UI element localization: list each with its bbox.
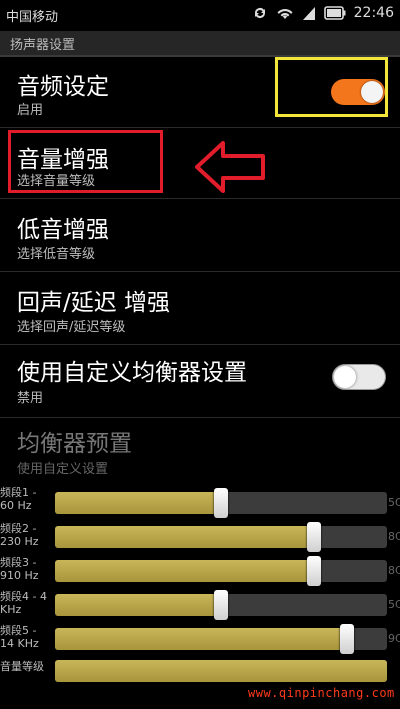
band-label: 频段2 - 230 Hz bbox=[0, 522, 56, 548]
band-frequency: 60 Hz bbox=[0, 499, 32, 512]
sync-icon bbox=[252, 5, 268, 21]
band-max-label: 8C bbox=[388, 530, 400, 543]
setting-subtitle: 禁用 bbox=[17, 391, 44, 406]
status-icons: 22:46 bbox=[252, 5, 394, 21]
battery-icon bbox=[323, 6, 346, 20]
watermark: www.qinpinchang.com bbox=[248, 686, 395, 700]
slider-fill bbox=[55, 594, 221, 616]
section-header-label: 扬声器设置 bbox=[10, 38, 76, 53]
band-name: 频段4 - 4 bbox=[0, 590, 47, 603]
setting-custom-equalizer[interactable]: 使用自定义均衡器设置 禁用 bbox=[0, 345, 400, 418]
toggle-knob bbox=[334, 366, 356, 388]
band-frequency: KHz bbox=[0, 603, 22, 616]
slider-thumb[interactable] bbox=[214, 488, 228, 518]
band-frequency: 14 KHz bbox=[0, 637, 39, 650]
volume-level-label: 音量等级 bbox=[0, 660, 44, 673]
band-name: 频段1 - bbox=[0, 486, 37, 499]
band-max-label: 5C bbox=[388, 496, 400, 509]
band-label: 频段5 - 14 KHz bbox=[0, 624, 56, 650]
red-arrow-icon bbox=[195, 141, 265, 193]
band-name: 频段3 - bbox=[0, 556, 37, 569]
band-max-label: 5C bbox=[388, 598, 400, 611]
volume-level-slider[interactable] bbox=[55, 660, 387, 682]
setting-bass-boost[interactable]: 低音增强 选择低音等级 bbox=[0, 199, 400, 272]
setting-subtitle: 选择回声/延迟等级 bbox=[17, 320, 126, 335]
band-label: 频段1 - 60 Hz bbox=[0, 486, 56, 512]
signal-icon bbox=[302, 5, 316, 21]
setting-title: 回声/延迟 增强 bbox=[17, 290, 171, 316]
setting-subtitle: 使用自定义设置 bbox=[17, 462, 109, 477]
setting-equalizer-preset: 均衡器预置 使用自定义设置 bbox=[0, 418, 400, 482]
equalizer-band-1: 频段1 - 60 Hz 5C bbox=[0, 486, 400, 522]
band-name: 频段2 - bbox=[0, 522, 37, 535]
equalizer-band-5: 频段5 - 14 KHz 9C bbox=[0, 624, 400, 660]
band-max-label: 9C bbox=[388, 632, 400, 645]
slider-fill bbox=[55, 628, 348, 650]
setting-title: 音频设定 bbox=[17, 74, 109, 100]
slider-fill bbox=[55, 492, 221, 514]
slider-fill bbox=[55, 526, 314, 548]
setting-subtitle: 选择低音等级 bbox=[17, 247, 96, 262]
setting-subtitle: 启用 bbox=[17, 103, 44, 118]
setting-title: 使用自定义均衡器设置 bbox=[17, 360, 247, 386]
slider-thumb[interactable] bbox=[214, 590, 228, 620]
slider-fill bbox=[55, 660, 387, 682]
band-label: 频段4 - 4 KHz bbox=[0, 590, 56, 616]
band-label: 频段3 - 910 Hz bbox=[0, 556, 56, 582]
slider-thumb[interactable] bbox=[306, 556, 321, 586]
equalizer-band-2: 频段2 - 230 Hz 8C bbox=[0, 522, 400, 558]
status-bar: 中国移动 22:46 bbox=[0, 0, 400, 32]
band-frequency: 910 Hz bbox=[0, 569, 39, 582]
band-slider[interactable] bbox=[55, 560, 387, 582]
wifi-icon bbox=[276, 5, 294, 21]
band-slider[interactable] bbox=[55, 526, 387, 548]
highlight-yellow-box bbox=[275, 57, 388, 117]
custom-equalizer-toggle[interactable] bbox=[332, 364, 386, 390]
equalizer-band-3: 频段3 - 910 Hz 8C bbox=[0, 556, 400, 592]
band-slider[interactable] bbox=[55, 628, 387, 650]
band-max-label: 8C bbox=[388, 564, 400, 577]
setting-title: 低音增强 bbox=[17, 217, 109, 243]
slider-thumb[interactable] bbox=[340, 624, 355, 654]
carrier-name: 中国移动 bbox=[6, 10, 59, 25]
equalizer-band-4: 频段4 - 4 KHz 5C bbox=[0, 590, 400, 626]
slider-thumb[interactable] bbox=[306, 522, 321, 552]
band-frequency: 230 Hz bbox=[0, 535, 39, 548]
clock: 22:46 bbox=[353, 5, 394, 21]
setting-echo-delay-boost[interactable]: 回声/延迟 增强 选择回声/延迟等级 bbox=[0, 272, 400, 345]
slider-fill bbox=[55, 560, 314, 582]
section-header: 扬声器设置 bbox=[0, 31, 400, 57]
band-name: 频段5 - bbox=[0, 624, 37, 637]
highlight-red-box bbox=[8, 130, 163, 193]
setting-title: 均衡器预置 bbox=[17, 431, 132, 457]
